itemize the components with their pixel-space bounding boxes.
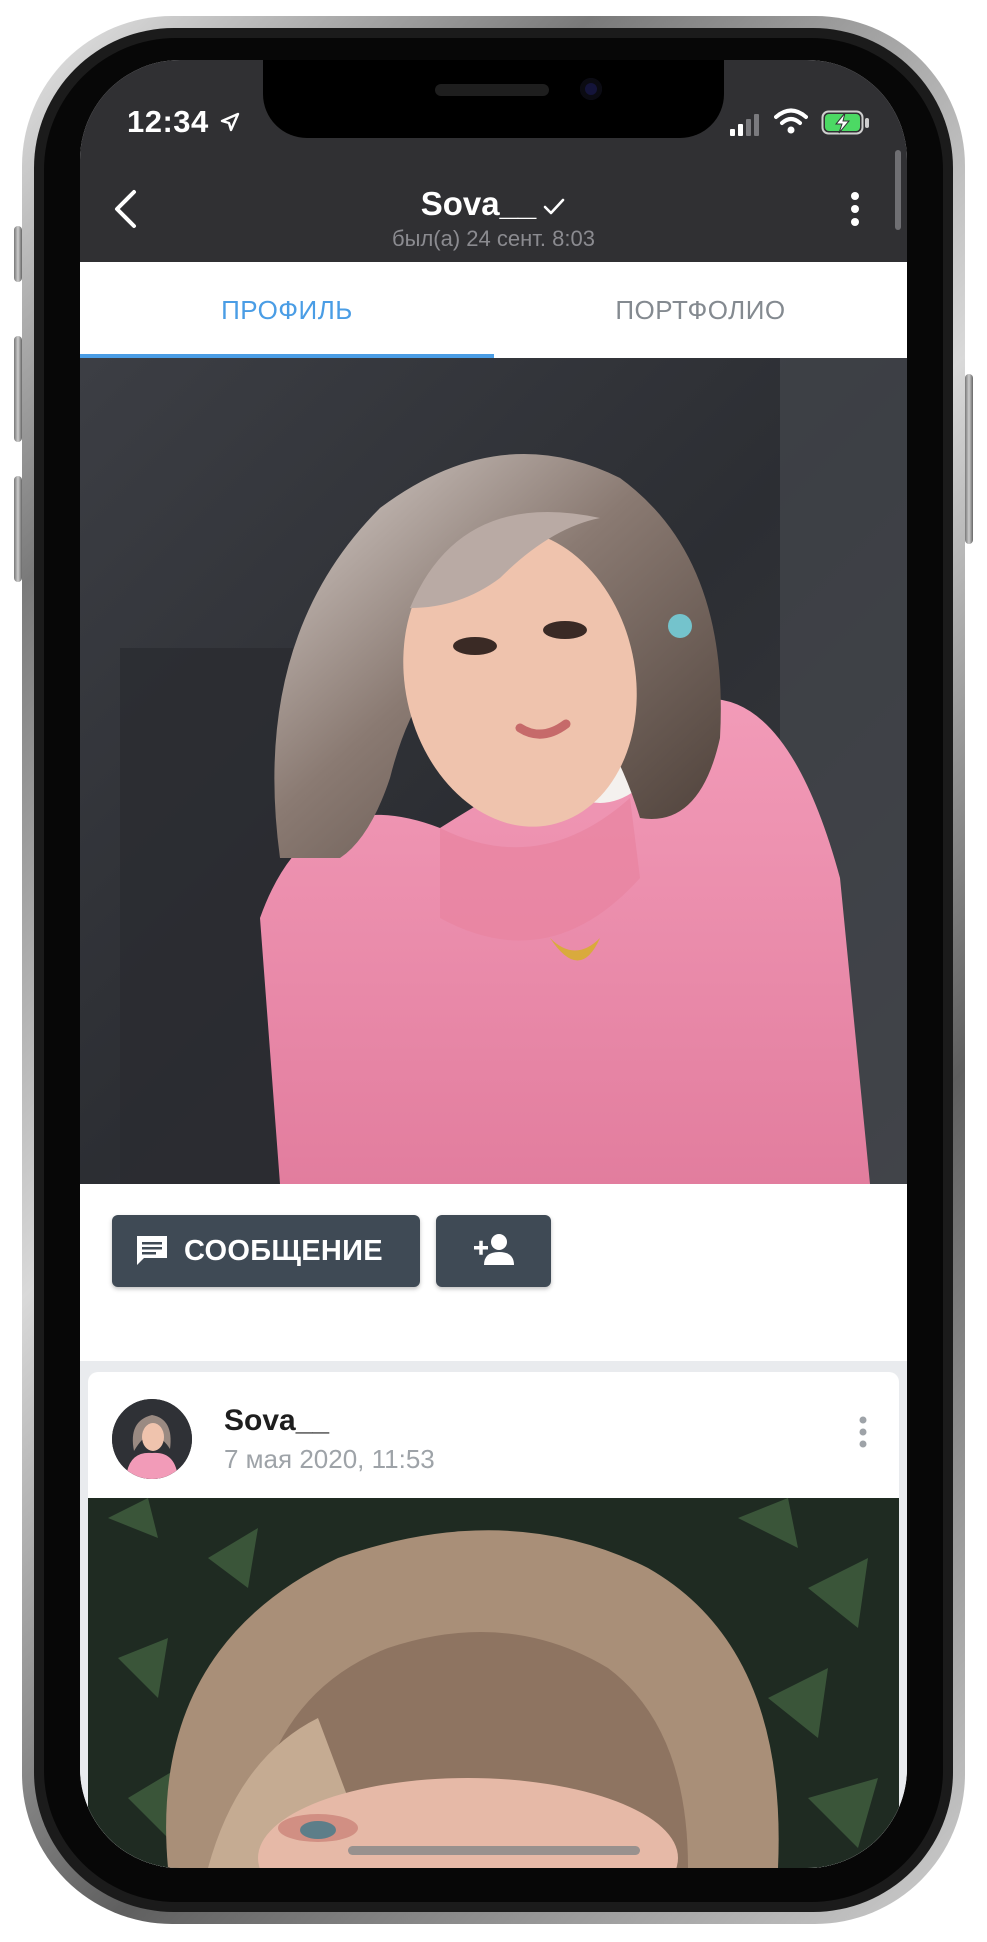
- more-vertical-icon: [850, 191, 860, 232]
- profile-photo[interactable]: [80, 358, 907, 1184]
- avatar[interactable]: [112, 1399, 192, 1479]
- screen: 12:34 Sova__ был(а) 24 сент. 8:03 ПРОФИЛ…: [80, 60, 907, 1868]
- header-menu-button[interactable]: [840, 186, 870, 236]
- post-header: Sova__ 7 мая 2020, 11:53: [88, 1372, 899, 1498]
- post-author[interactable]: Sova__: [224, 1404, 329, 1438]
- power-button: [965, 374, 973, 544]
- check-icon: [542, 187, 566, 225]
- app-header: 12:34 Sova__ был(а) 24 сент. 8:03: [80, 60, 907, 262]
- more-vertical-icon: [858, 1415, 868, 1454]
- volume-up-button: [14, 336, 22, 442]
- front-camera: [580, 78, 602, 100]
- post-date: 7 мая 2020, 11:53: [224, 1444, 435, 1474]
- battery-charging-icon: [821, 110, 871, 141]
- location-arrow-icon: [220, 112, 240, 137]
- cellular-signal-icon: [730, 114, 762, 141]
- wifi-icon: [774, 108, 808, 139]
- person-add-icon: [472, 1232, 516, 1271]
- profile-tabs: ПРОФИЛЬ ПОРТФОЛИО: [80, 262, 907, 358]
- post-image[interactable]: [88, 1498, 899, 1868]
- scroll-indicator: [895, 150, 901, 230]
- notch: [263, 60, 724, 138]
- message-button[interactable]: СООБЩЕНИЕ: [112, 1215, 420, 1287]
- chat-bubble-icon: [134, 1233, 170, 1269]
- tab-portfolio[interactable]: ПОРТФОЛИО: [494, 262, 907, 358]
- post-card: Sova__ 7 мая 2020, 11:53: [88, 1372, 899, 1868]
- mute-switch: [14, 226, 22, 282]
- last-seen-text: был(а) 24 сент. 8:03: [392, 226, 595, 251]
- profile-actions: СООБЩЕНИЕ: [80, 1184, 907, 1361]
- add-friend-button[interactable]: [436, 1215, 551, 1287]
- home-indicator[interactable]: [348, 1846, 640, 1855]
- message-button-label: СООБЩЕНИЕ: [184, 1234, 383, 1267]
- post-menu-button[interactable]: [848, 1414, 878, 1454]
- volume-down-button: [14, 476, 22, 582]
- status-time: 12:34: [127, 104, 209, 139]
- speaker-grille: [435, 84, 549, 96]
- profile-title: Sova__: [80, 185, 907, 225]
- profile-name: Sova__: [420, 185, 537, 222]
- tab-profile[interactable]: ПРОФИЛЬ: [80, 262, 494, 358]
